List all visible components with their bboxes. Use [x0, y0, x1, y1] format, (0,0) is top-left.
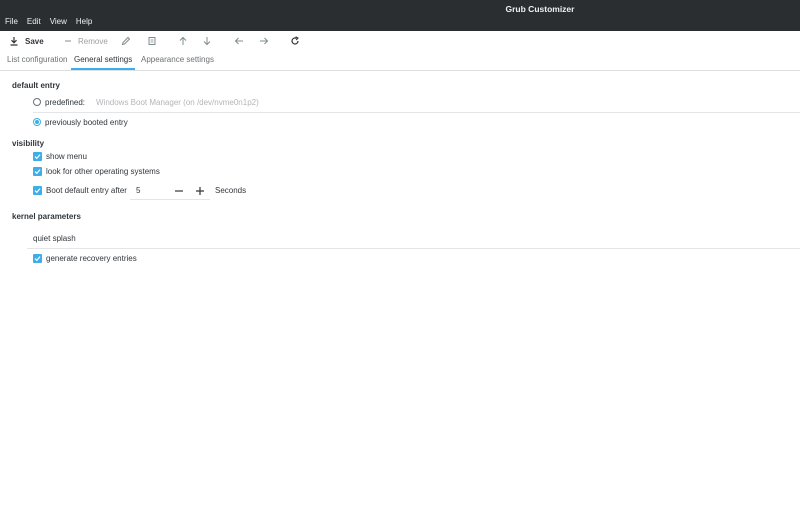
reload-button[interactable]	[290, 31, 300, 51]
reload-icon	[291, 36, 299, 45]
look-for-other-os-label: look for other operating systems	[46, 166, 160, 176]
copy-button[interactable]	[147, 31, 157, 51]
visibility-heading: visibility	[12, 139, 45, 148]
tab-general-settings[interactable]: General settings	[71, 53, 136, 70]
arrow-right-icon	[260, 37, 269, 45]
arrow-up-icon	[179, 36, 187, 45]
decrease-timeout-button[interactable]	[174, 181, 184, 201]
generate-recovery-checkbox[interactable]	[33, 253, 42, 263]
minus-icon	[175, 190, 183, 192]
default-entry-heading: default entry	[12, 81, 61, 90]
tab-bar: List configuration General settings Appe…	[0, 53, 800, 71]
save-label: Save	[25, 36, 44, 46]
plus-icon	[196, 187, 204, 195]
previously-booted-label: previously booted entry	[45, 117, 128, 127]
tab-appearance-settings[interactable]: Appearance settings	[138, 53, 217, 69]
save-button[interactable]: Save	[9, 31, 44, 51]
boot-default-after-row[interactable]: Boot default entry after	[33, 184, 127, 196]
generate-recovery-label: generate recovery entries	[46, 253, 137, 263]
pencil-icon	[121, 36, 131, 46]
predefined-entry-select[interactable]: Windows Boot Manager (on /dev/nvme0n1p2)	[96, 98, 259, 107]
check-icon	[34, 187, 41, 193]
menu-edit[interactable]: Edit	[27, 17, 41, 27]
copy-icon	[148, 37, 156, 45]
increase-timeout-button[interactable]	[195, 181, 205, 201]
download-icon	[10, 37, 18, 46]
menu-help[interactable]: Help	[76, 17, 92, 27]
boot-default-after-label: Boot default entry after	[46, 185, 127, 195]
check-icon	[34, 168, 41, 174]
window-title: Grub Customizer	[505, 4, 575, 14]
predefined-label: predefined:	[45, 97, 86, 107]
timeout-spinbox[interactable]: 5	[136, 186, 140, 195]
generate-recovery-row[interactable]: generate recovery entries	[33, 252, 137, 264]
previously-booted-radio[interactable]	[33, 118, 41, 126]
move-right-button[interactable]	[259, 31, 269, 51]
show-menu-checkbox[interactable]	[33, 151, 42, 161]
boot-default-after-checkbox[interactable]	[33, 185, 42, 195]
menu-view[interactable]: View	[50, 17, 67, 27]
kernel-parameters-heading: kernel parameters	[12, 212, 81, 221]
show-menu-row[interactable]: show menu	[33, 150, 87, 162]
divider	[33, 112, 800, 113]
toolbar: Save Remove	[0, 31, 800, 51]
seconds-label: Seconds	[215, 186, 247, 195]
tab-list-configuration[interactable]: List configuration	[4, 53, 70, 69]
remove-button[interactable]: Remove	[64, 31, 108, 51]
check-icon	[34, 153, 41, 159]
previously-booted-radio-row[interactable]: previously booted entry	[33, 116, 128, 128]
move-up-button[interactable]	[178, 31, 188, 51]
kernel-input-underline	[27, 248, 800, 249]
show-menu-label: show menu	[46, 151, 87, 161]
menu-file[interactable]: File	[5, 17, 18, 27]
look-for-other-os-row[interactable]: look for other operating systems	[33, 165, 160, 177]
predefined-radio-row[interactable]: predefined:	[33, 96, 85, 108]
kernel-parameters-input[interactable]: quiet splash	[33, 234, 76, 243]
move-down-button[interactable]	[202, 31, 212, 51]
title-bar: Grub Customizer File Edit View Help	[0, 0, 800, 31]
arrow-down-icon	[203, 37, 211, 46]
predefined-radio[interactable]	[33, 98, 41, 106]
check-icon	[34, 255, 41, 261]
minus-icon	[65, 40, 71, 42]
edit-button[interactable]	[121, 31, 131, 51]
move-left-button[interactable]	[234, 31, 244, 51]
look-for-other-os-checkbox[interactable]	[33, 166, 42, 176]
remove-label: Remove	[78, 36, 108, 46]
menu-bar: File Edit View Help	[5, 17, 101, 27]
arrow-left-icon	[234, 37, 243, 45]
